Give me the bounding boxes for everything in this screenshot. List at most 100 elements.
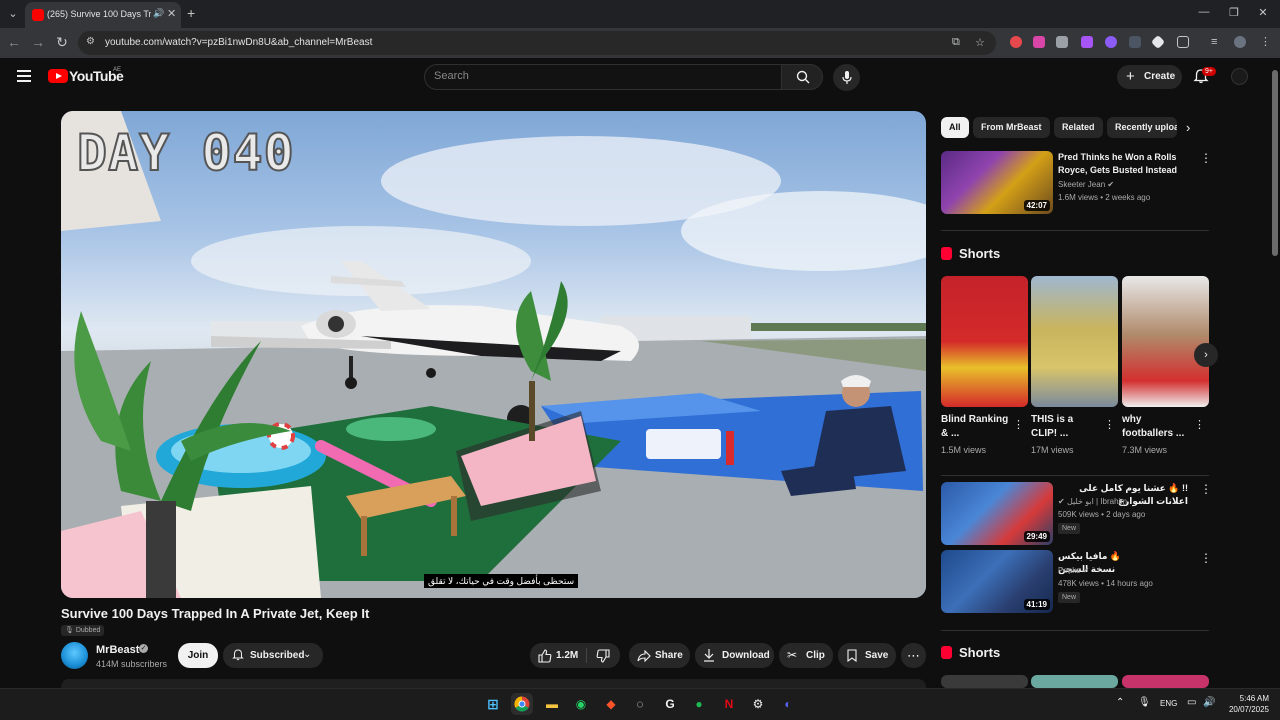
close-window-icon[interactable]: ✕ <box>1254 6 1272 19</box>
related-channel[interactable]: Peaks ✔ <box>1058 566 1089 575</box>
bookmark-star-icon[interactable]: ☆ <box>975 36 985 49</box>
thumbs-up-icon[interactable] <box>538 648 552 663</box>
page-scrollbar-thumb[interactable] <box>1272 70 1278 256</box>
channel-avatar[interactable] <box>61 642 88 669</box>
tab-audio-icon[interactable]: 🔊 <box>153 8 164 19</box>
share-arrow-icon <box>637 649 651 662</box>
channel-name[interactable]: MrBeast <box>96 644 139 656</box>
browser-menu-icon[interactable]: ⋮ <box>1260 36 1272 48</box>
profile-avatar-icon[interactable] <box>1234 36 1246 48</box>
subscribed-button[interactable]: Subscribed ⌄ <box>223 643 323 668</box>
short-thumbnail[interactable] <box>1031 675 1118 688</box>
extension-grid-icon[interactable] <box>1056 36 1068 48</box>
extension-pink-icon[interactable] <box>1033 36 1045 48</box>
short-more-icon[interactable]: ⋮ <box>1013 418 1024 431</box>
address-bar[interactable]: ⚙ youtube.com/watch?v=pzBi1nwDn8U&ab_cha… <box>78 31 996 55</box>
clip-button[interactable]: ✂ Clip <box>779 643 833 668</box>
spotify-icon[interactable]: ● <box>688 693 710 715</box>
guide-menu-icon[interactable] <box>17 70 31 82</box>
sync-app-icon[interactable]: ◌ <box>629 693 651 715</box>
youtube-logo-icon[interactable] <box>48 69 68 83</box>
tab-close-icon[interactable]: ✕ <box>167 7 176 20</box>
download-icon <box>704 649 714 662</box>
reload-icon[interactable]: ↻ <box>54 34 70 51</box>
back-arrow-icon[interactable]: ← <box>6 34 22 50</box>
video-player[interactable] <box>61 111 926 598</box>
chips-next-chevron-icon[interactable]: › <box>1186 120 1190 135</box>
related-channel[interactable]: ✔ ابو خليل | Ibrahim <box>1058 497 1127 506</box>
related-channel[interactable]: Skeeter Jean ✔ <box>1058 180 1114 189</box>
brave-icon[interactable]: ◆ <box>600 693 622 715</box>
extension-purple-icon[interactable] <box>1081 36 1093 48</box>
create-button[interactable]: + Create <box>1117 65 1182 89</box>
related-more-icon[interactable]: ⋮ <box>1200 151 1212 165</box>
tray-mic-icon[interactable]: 🎙 <box>1138 697 1151 708</box>
chrome-taskbar-icon[interactable] <box>511 693 533 715</box>
dubbed-badge: 🎙 Dubbed <box>61 625 105 636</box>
short-title[interactable]: why footballers ... <box>1122 413 1192 441</box>
browser-tab[interactable]: (265) Survive 100 Days Trapped In A Priv… <box>25 2 181 28</box>
chip-all[interactable]: All <box>941 117 969 138</box>
reading-list-icon[interactable]: ≡ <box>1211 36 1223 48</box>
file-explorer-icon[interactable]: ▬ <box>541 693 563 715</box>
chip-recently-uploaded[interactable]: Recently uploaded <box>1107 117 1177 138</box>
short-thumbnail[interactable] <box>1031 276 1118 407</box>
tab-search-chevron-icon[interactable]: ⌄ <box>4 5 22 23</box>
join-button[interactable]: Join <box>178 643 218 668</box>
url-text: youtube.com/watch?v=pzBi1nwDn8U&ab_chann… <box>105 37 373 48</box>
short-thumbnail[interactable] <box>941 276 1028 407</box>
taskbar-clock[interactable]: 5:46 AM 20/07/2025 <box>1227 693 1269 715</box>
account-avatar[interactable] <box>1231 68 1248 85</box>
new-tab-plus-icon[interactable]: + <box>187 5 195 21</box>
subscribed-label: Subscribed <box>250 650 305 661</box>
related-thumbnail[interactable]: 42:07 <box>941 151 1053 214</box>
short-thumbnail[interactable] <box>1122 276 1209 407</box>
site-info-icon[interactable]: ⚙ <box>86 36 95 47</box>
region-code: AE <box>113 67 122 73</box>
extension-red-icon[interactable] <box>1010 36 1022 48</box>
related-more-icon[interactable]: ⋮ <box>1200 482 1212 496</box>
whatsapp-icon[interactable]: ◉ <box>570 693 592 715</box>
share-button[interactable]: Share <box>629 643 690 668</box>
more-actions-icon[interactable]: ⋯ <box>901 643 926 668</box>
cursor-app-icon[interactable]: G <box>659 693 681 715</box>
short-title[interactable]: THIS is a CLIP! ... <box>1031 413 1101 441</box>
thumbs-down-icon[interactable] <box>596 649 610 663</box>
related-thumbnail[interactable]: 29:49 <box>941 482 1053 545</box>
tray-volume-icon[interactable]: 🔊 <box>1203 697 1215 708</box>
voice-search-button[interactable] <box>833 64 860 91</box>
short-more-icon[interactable]: ⋮ <box>1104 418 1115 431</box>
short-thumbnail[interactable] <box>941 675 1028 688</box>
chip-related[interactable]: Related <box>1054 117 1103 138</box>
install-app-icon[interactable]: ⧉ <box>952 36 960 49</box>
tray-network-icon[interactable]: ▭ <box>1187 697 1196 708</box>
bookmark-save-icon <box>847 649 857 662</box>
extensions-puzzle-icon[interactable] <box>1177 36 1189 48</box>
chip-from-mrbeast[interactable]: From MrBeast <box>973 117 1050 138</box>
tray-chevron-icon[interactable]: ⌃ <box>1116 697 1124 708</box>
related-more-icon[interactable]: ⋮ <box>1200 551 1212 565</box>
save-button[interactable]: Save <box>838 643 896 668</box>
short-title[interactable]: Blind Ranking & ... <box>941 413 1011 441</box>
netflix-icon[interactable]: N <box>718 693 740 715</box>
forward-arrow-icon[interactable]: → <box>30 34 46 50</box>
download-button[interactable]: Download <box>695 643 774 668</box>
short-more-icon[interactable]: ⋮ <box>1194 418 1205 431</box>
maximize-icon[interactable]: ❐ <box>1225 6 1243 19</box>
input-language[interactable]: ENG <box>1160 699 1177 708</box>
extension-shield-icon[interactable] <box>1105 36 1117 48</box>
search-button[interactable] <box>781 64 823 90</box>
search-input[interactable] <box>434 70 764 82</box>
duration-badge: 41:19 <box>1023 599 1050 610</box>
short-thumbnail[interactable] <box>1122 675 1209 688</box>
related-title[interactable]: Pred Thinks he Won a Rolls Royce, Gets B… <box>1058 151 1188 177</box>
like-count[interactable]: 1.2M <box>556 650 578 661</box>
extension-guard-icon[interactable] <box>1129 36 1141 48</box>
windows-start-icon[interactable]: ⊞ <box>482 693 504 715</box>
download-label: Download <box>722 650 770 661</box>
shorts-next-chevron-icon[interactable]: › <box>1194 343 1218 367</box>
minimize-icon[interactable]: — <box>1195 6 1213 18</box>
discord-icon[interactable]: ◐ <box>777 693 799 715</box>
related-thumbnail[interactable]: 41:19 <box>941 550 1053 613</box>
steam-icon[interactable]: ⚙ <box>747 693 769 715</box>
